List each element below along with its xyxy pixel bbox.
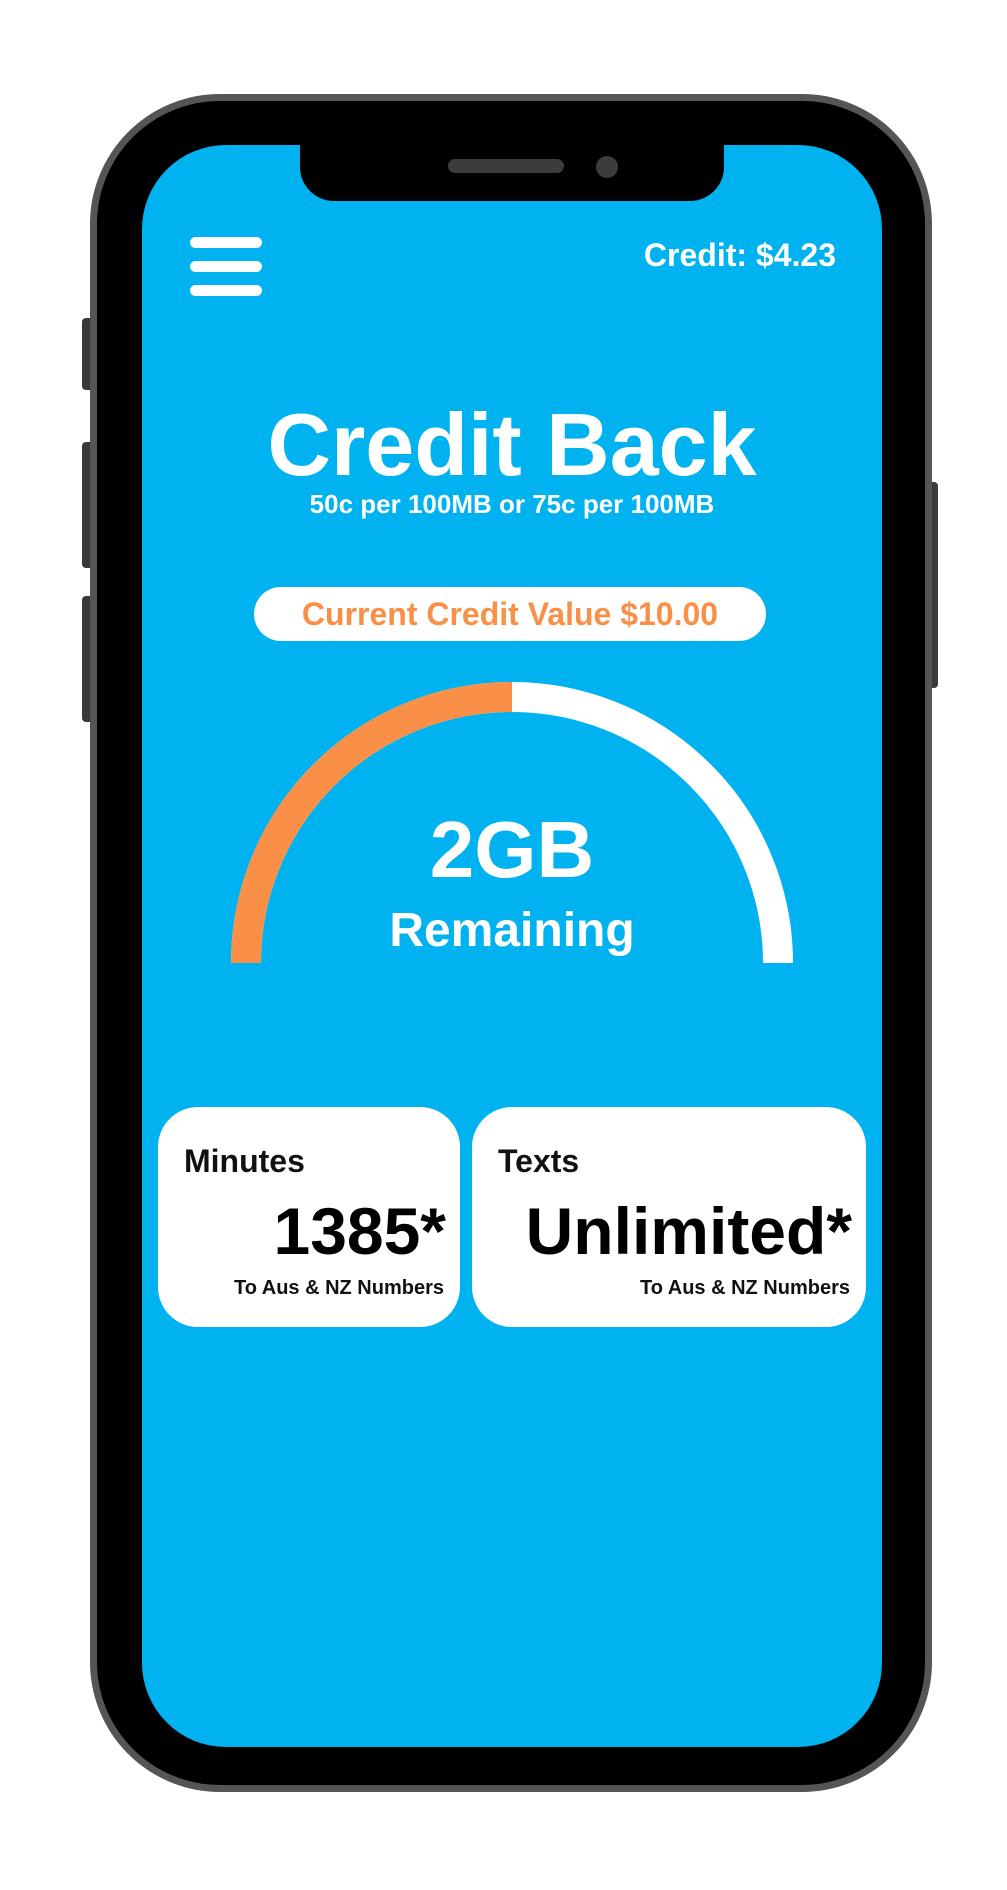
data-remaining-label: Remaining (389, 904, 635, 957)
app-screen: Credit: $4.23 Credit Back 50c per 100MB … (142, 145, 882, 1747)
texts-card-value: Unlimited* (525, 1194, 852, 1268)
front-camera (596, 156, 618, 178)
menu-bar-top (190, 237, 262, 248)
minutes-card-value: 1385* (273, 1194, 446, 1268)
rate-subtitle: 50c per 100MB or 75c per 100MB (309, 489, 715, 519)
current-credit-badge: Current Credit Value $10.00 (254, 587, 766, 641)
hamburger-menu-icon[interactable] (190, 235, 262, 299)
minutes-card[interactable]: Minutes 1385* To Aus & NZ Numbers (158, 1107, 460, 1327)
texts-card[interactable]: Texts Unlimited* To Aus & NZ Numbers (472, 1107, 866, 1327)
data-remaining-value: 2GB (429, 805, 595, 894)
current-credit-label: Current Credit Value $10.00 (301, 595, 719, 632)
speaker-grille (448, 159, 564, 173)
texts-card-note: To Aus & NZ Numbers (639, 1277, 850, 1299)
menu-bar-bottom (190, 285, 262, 296)
phone-notch (300, 145, 724, 201)
page-title: Credit Back (267, 395, 757, 494)
menu-bar-middle (190, 261, 262, 272)
minutes-card-title: Minutes (184, 1143, 305, 1179)
credit-balance: Credit: $4.23 (643, 237, 836, 273)
texts-card-title: Texts (498, 1143, 580, 1179)
device-stage: Credit: $4.23 Credit Back 50c per 100MB … (0, 0, 1007, 1890)
minutes-card-note: To Aus & NZ Numbers (233, 1277, 444, 1299)
